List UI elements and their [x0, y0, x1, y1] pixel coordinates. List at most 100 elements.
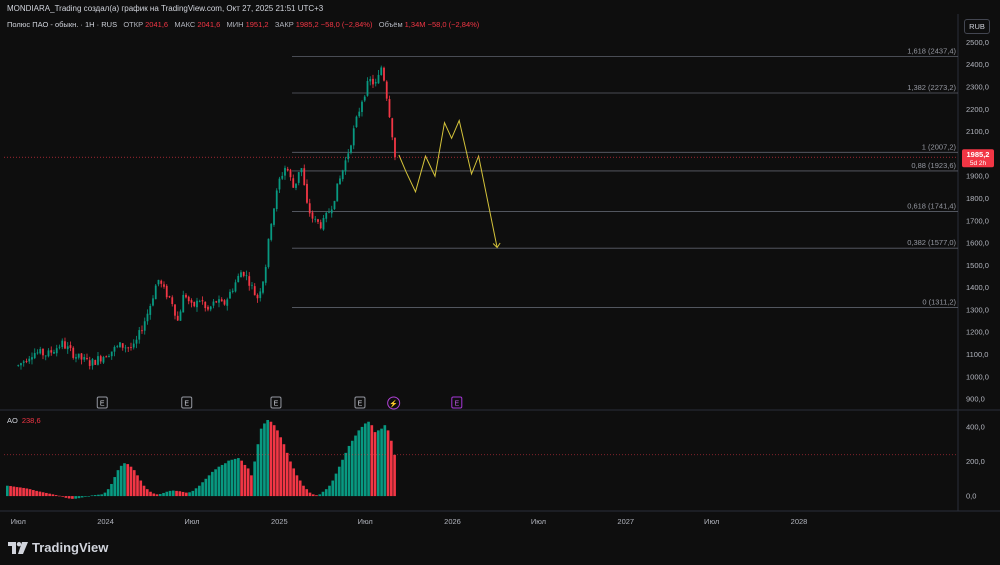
ao-bar [272, 425, 276, 497]
candle-body [182, 294, 185, 313]
candle-body [28, 358, 31, 362]
time-axis-label: Июл [704, 517, 719, 526]
candle-body [311, 212, 314, 219]
candle-body [64, 341, 66, 349]
candle-body [231, 290, 234, 292]
price-axis-label: 1300,0 [966, 305, 989, 314]
candle-body [253, 286, 256, 296]
ao-bar [204, 478, 208, 497]
candle-body [88, 360, 91, 366]
candle-body [292, 178, 295, 188]
candle-body [240, 272, 242, 278]
candle-body [344, 160, 347, 172]
ao-bar [380, 428, 383, 497]
candle-body [303, 168, 306, 186]
price-axis-label: 2100,0 [966, 127, 989, 136]
candle-body [163, 284, 165, 287]
candle-body [22, 361, 25, 363]
candle-body [336, 183, 339, 202]
ao-bar [97, 494, 100, 497]
candle-body [61, 340, 64, 347]
ao-bar [48, 493, 51, 497]
low-value: 1951,2 [245, 20, 269, 29]
candle-body [66, 346, 69, 350]
ao-bar [22, 487, 25, 497]
earnings-marker-label: E [274, 401, 279, 408]
ao-bar [224, 463, 227, 497]
symbol-name[interactable]: Полюс ПАО - обыкн. · 1Н · RUS [7, 20, 117, 29]
ao-bar [354, 435, 357, 497]
earnings-marker-label: E [358, 401, 363, 408]
ao-bar [318, 494, 322, 497]
price-axis-label: 1500,0 [966, 261, 989, 270]
fib-level-label: 0,618 (1741,4) [907, 202, 956, 211]
candle-body [72, 347, 75, 358]
candle-body [352, 128, 355, 146]
ao-bar [370, 425, 374, 497]
candle-body [190, 300, 193, 303]
earnings-marker-label: E [454, 401, 459, 408]
candle-body [220, 299, 223, 302]
candle-body [369, 79, 372, 82]
candle-body [300, 168, 303, 173]
candle-body [218, 299, 220, 303]
ao-bar [77, 496, 81, 499]
candle-body [366, 80, 369, 96]
ao-bar [220, 464, 224, 497]
ao-bar [103, 492, 107, 497]
candle-body [80, 353, 83, 360]
close-value: 1985,2 [295, 20, 319, 29]
candle-body [380, 67, 383, 76]
candle-body [363, 96, 366, 101]
tradingview-logo: TradingView [8, 540, 108, 555]
chart-canvas[interactable]: 900,0 1000,0 1100,0 1200,0 1300,0 1400,0 1500,… [0, 0, 1000, 565]
candle-body [306, 183, 308, 203]
candle-body [286, 168, 289, 171]
candle-body [25, 361, 28, 362]
candle-body [154, 285, 157, 300]
ao-bar [373, 432, 377, 497]
candle-body [47, 350, 50, 357]
candle-body [83, 356, 86, 360]
ao-bar [119, 465, 123, 497]
candle-body [273, 208, 275, 225]
ao-bar [321, 491, 325, 497]
currency-button[interactable]: RUB [964, 19, 990, 34]
candle-body [110, 351, 113, 357]
candle-body [372, 78, 374, 85]
ao-bar [308, 492, 312, 497]
change-value: −58,0 (−2,84%) [320, 20, 373, 29]
ao-value: 238,6 [21, 416, 41, 425]
ao-bar [149, 491, 152, 497]
candle-body [319, 222, 322, 229]
candle-body [53, 352, 55, 354]
time-axis-label: Июл [531, 517, 546, 526]
ao-bar [217, 466, 221, 497]
ao-bar [311, 494, 315, 497]
ao-bar [110, 483, 113, 497]
candle-body [256, 294, 259, 299]
ao-bar [58, 495, 61, 497]
price-axis-label: 1800,0 [966, 194, 989, 203]
candle-body [198, 301, 201, 303]
ao-bar [38, 491, 42, 497]
ao-bar [32, 490, 35, 497]
ao-bar [194, 488, 198, 497]
candle-body [317, 219, 319, 222]
time-axis-label: Июл [358, 517, 373, 526]
price-axis-label: 2500,0 [966, 38, 989, 47]
candle-body [333, 200, 336, 210]
ao-bar [100, 494, 104, 497]
candle-body [234, 282, 237, 292]
candle-body [185, 294, 187, 298]
candle-body [119, 342, 121, 348]
candle-body [355, 116, 358, 128]
ao-bar [19, 487, 22, 497]
candle-body [295, 183, 297, 188]
time-axis-label: 2024 [97, 517, 114, 526]
candle-body [209, 306, 212, 310]
candle-body [377, 74, 380, 84]
ao-bar [363, 423, 367, 497]
volume-value: 1,34M [404, 20, 426, 29]
candle-body [325, 212, 328, 219]
